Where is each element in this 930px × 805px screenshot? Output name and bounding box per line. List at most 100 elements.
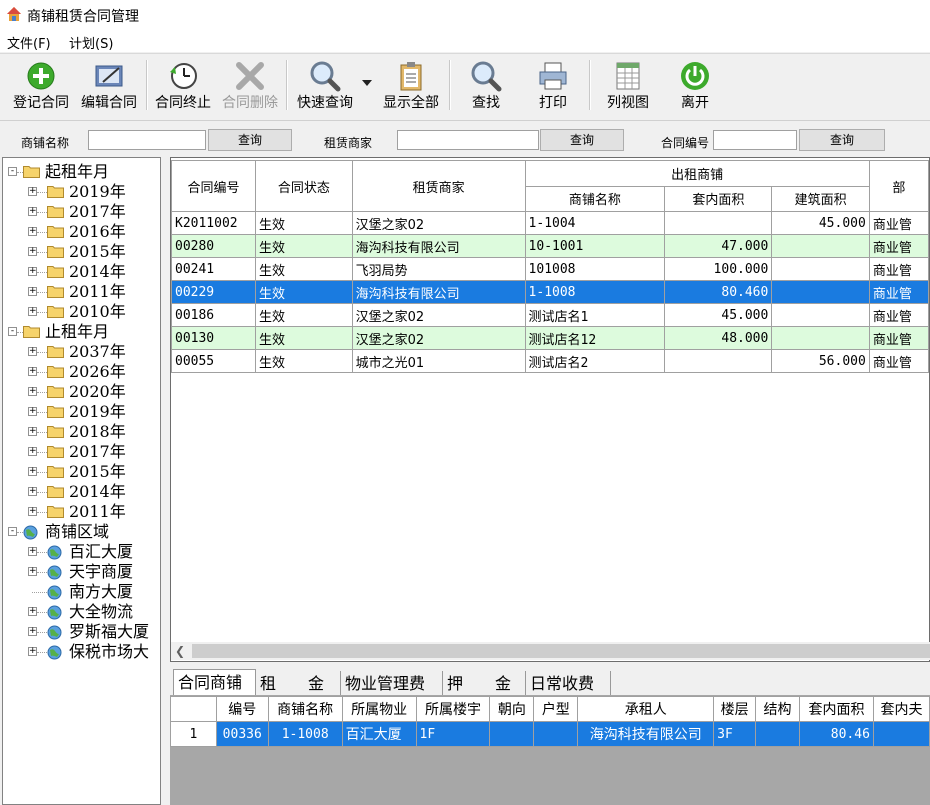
expand-icon[interactable]: +	[28, 647, 37, 656]
header-build-area[interactable]: 建筑面积	[771, 185, 870, 212]
table-row[interactable]: 00055 生效 城市之光01 测试店名2 56.000 商业管	[171, 349, 929, 373]
expand-icon[interactable]: +	[28, 547, 37, 556]
expand-icon[interactable]: +	[28, 427, 37, 436]
expand-icon[interactable]: +	[28, 347, 37, 356]
cell-inner-area: 100.000	[664, 257, 773, 281]
expand-icon[interactable]: +	[28, 627, 37, 636]
header-status[interactable]: 合同状态	[255, 160, 353, 212]
sub-header[interactable]: 楼层	[713, 696, 757, 722]
cell-shop-name: 1-1008	[524, 280, 666, 304]
tab-contract-shop[interactable]: 合同商铺	[173, 669, 256, 697]
expand-icon[interactable]: +	[28, 507, 37, 516]
header-tenant[interactable]: 租赁商家	[351, 160, 526, 212]
expand-icon[interactable]: +	[28, 227, 37, 236]
find-button[interactable]: 查找	[456, 56, 516, 116]
sub-header[interactable]: 编号	[215, 696, 269, 722]
header-dept[interactable]: 部	[868, 160, 929, 212]
sub-header[interactable]: 所属物业	[341, 696, 417, 722]
cell-tenant: 汉堡之家02	[351, 326, 526, 350]
delete-contract-button[interactable]: 合同删除	[216, 56, 284, 116]
tenant-query-button[interactable]: 查询	[540, 129, 624, 151]
tab-property-fee[interactable]: 物业管理费	[341, 671, 443, 695]
table-row[interactable]: 00130 生效 汉堡之家02 测试店名12 48.000 商业管	[171, 326, 929, 350]
splitter[interactable]	[163, 157, 169, 805]
table-row[interactable]: 00280 生效 海沟科技有限公司 10-1001 47.000 商业管	[171, 234, 929, 258]
scrollbar-thumb[interactable]	[192, 644, 930, 658]
sub-header[interactable]: 套内面积	[799, 696, 874, 722]
quick-query-button[interactable]: 快速查询	[291, 56, 359, 116]
tenant-input[interactable]	[397, 130, 539, 150]
tab-rent[interactable]: 租 金	[256, 671, 341, 695]
expand-icon[interactable]: +	[28, 207, 37, 216]
folder-icon	[47, 346, 64, 358]
expand-icon[interactable]: +	[28, 607, 37, 616]
horizontal-scrollbar[interactable]: ❮	[171, 642, 930, 660]
expand-icon[interactable]: +	[28, 407, 37, 416]
expand-icon[interactable]: +	[28, 267, 37, 276]
header-inner-area[interactable]: 套内面积	[664, 185, 773, 212]
collapse-icon[interactable]: -	[8, 167, 17, 176]
exit-button[interactable]: 离开	[665, 56, 725, 116]
toolbar-separator	[589, 60, 591, 110]
cell-contract-no: K2011002	[171, 211, 257, 235]
dropdown-arrow-icon[interactable]	[362, 80, 372, 86]
contract-no-input[interactable]	[713, 130, 797, 150]
sub-header[interactable]: 商铺名称	[267, 696, 343, 722]
sub-header[interactable]: 结构	[755, 696, 801, 722]
expand-icon[interactable]: +	[28, 287, 37, 296]
category-tree[interactable]: - 起租年月 +2019年 +2017年 +2016年 +2015年 +2014年 +2011…	[2, 157, 161, 805]
collapse-icon[interactable]: -	[8, 527, 17, 536]
expand-icon[interactable]: +	[28, 487, 37, 496]
expand-icon[interactable]: +	[28, 467, 37, 476]
contract-no-query-button[interactable]: 查询	[799, 129, 885, 151]
sub-header[interactable]: 套内夫	[872, 696, 930, 722]
expand-icon[interactable]: +	[28, 187, 37, 196]
table-row[interactable]: K2011002 生效 汉堡之家02 1-1004 45.000 商业管	[171, 211, 929, 235]
cell-tenant: 汉堡之家02	[351, 211, 526, 235]
header-shop-name[interactable]: 商铺名称	[524, 185, 666, 212]
sub-header[interactable]: 户型	[533, 696, 579, 722]
expand-icon[interactable]: +	[28, 247, 37, 256]
contract-grid[interactable]: 合同编号 合同状态 租赁商家 出租商铺 部 商铺名称 套内面积 建筑面积 K20…	[170, 157, 930, 662]
cell-status: 生效	[255, 349, 353, 373]
globe-icon	[47, 545, 62, 560]
tree-node-label: 2017年	[69, 442, 126, 461]
list-view-button[interactable]: 列视图	[598, 56, 658, 116]
detail-tabs: 合同商铺租 金物业管理费押 金日常收费	[170, 669, 930, 697]
show-all-button[interactable]: 显示全部	[376, 56, 446, 116]
header-contract-no[interactable]: 合同编号	[171, 160, 257, 212]
terminate-contract-button[interactable]: 合同终止	[149, 56, 217, 116]
shop-name-query-button[interactable]: 查询	[208, 129, 292, 151]
table-row[interactable]: 00186 生效 汉堡之家02 测试店名1 45.000 商业管	[171, 303, 929, 327]
contract-shop-grid[interactable]: 编号 商铺名称 所属物业 所属楼宇 朝向 户型 承租人 楼层 结构 套内面积 套内夫 1 00336…	[170, 695, 930, 805]
tab-deposit[interactable]: 押 金	[443, 671, 526, 695]
collapse-icon[interactable]: -	[8, 327, 17, 336]
cell-build-area: 56.000	[771, 349, 870, 373]
tree-node-label: 罗斯福大厦	[69, 622, 150, 641]
menu-plan[interactable]: 计划(S)	[69, 33, 113, 52]
menu-file[interactable]: 文件(F)	[7, 33, 51, 52]
scroll-left-icon[interactable]: ❮	[175, 644, 185, 658]
expand-icon[interactable]: +	[28, 567, 37, 576]
expand-icon[interactable]: +	[28, 367, 37, 376]
folder-icon	[47, 266, 64, 278]
expand-icon[interactable]: +	[28, 307, 37, 316]
contract-no-label: 合同编号	[661, 136, 710, 150]
tree-node-label: 2026年	[69, 362, 126, 381]
sub-table-row[interactable]: 1 00336 1-1008 百汇大厦 1F 海沟科技有限公司 3F 80.46	[170, 721, 930, 747]
cell-tenant: 飞羽局势	[351, 257, 526, 281]
table-row[interactable]: 00241 生效 飞羽局势 101008 100.000 商业管	[171, 257, 929, 281]
register-contract-button[interactable]: 登记合同	[6, 56, 76, 116]
expand-icon[interactable]: +	[28, 387, 37, 396]
print-button[interactable]: 打印	[523, 56, 583, 116]
cell-dept: 商业管	[868, 280, 929, 304]
cell-tenant: 城市之光01	[351, 349, 526, 373]
shop-name-input[interactable]	[88, 130, 206, 150]
sub-header[interactable]: 承租人	[577, 696, 715, 722]
expand-icon[interactable]: +	[28, 447, 37, 456]
sub-header[interactable]: 所属楼宇	[415, 696, 491, 722]
table-row[interactable]: 00229 生效 海沟科技有限公司 1-1008 80.460 商业管	[171, 280, 929, 304]
tab-daily-charge[interactable]: 日常收费	[526, 671, 611, 695]
sub-header[interactable]: 朝向	[489, 696, 535, 722]
edit-contract-button[interactable]: 编辑合同	[74, 56, 144, 116]
